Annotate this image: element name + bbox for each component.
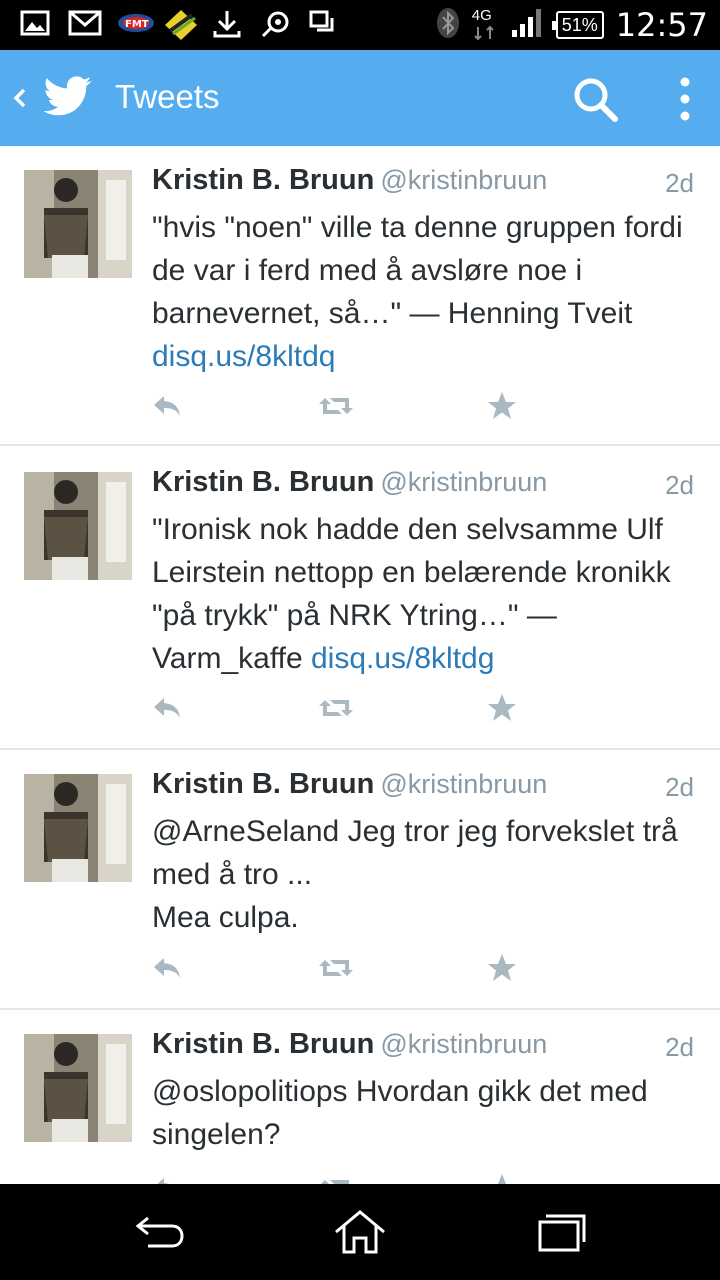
author-handle[interactable]: @kristinbruun: [380, 165, 547, 195]
retweet-icon[interactable]: [316, 1172, 356, 1184]
back-nav-icon[interactable]: [132, 1208, 188, 1256]
twitter-bird-icon[interactable]: [43, 75, 94, 119]
author-name[interactable]: Kristin B. Bruun: [152, 164, 374, 196]
page-title: Tweets: [115, 78, 220, 115]
bluetooth-icon: [436, 7, 460, 44]
author-handle[interactable]: @kristinbruun: [380, 467, 547, 497]
tweet-text: @oslopolitiops Hvordan gikk det med sing…: [152, 1070, 700, 1156]
timeline[interactable]: Kristin B. Bruun @kristinbruun 2d "hvis "…: [0, 146, 720, 1184]
status-bar: FMT 4G 51% 12:57: [0, 0, 720, 50]
reply-icon[interactable]: [150, 1172, 190, 1184]
tweet-body-line: Mea culpa.: [152, 901, 299, 934]
overflow-menu-icon[interactable]: [670, 74, 700, 126]
tweet-author[interactable]: Kristin B. Bruun @kristinbruun: [152, 768, 547, 801]
tweet-author[interactable]: Kristin B. Bruun @kristinbruun: [152, 466, 547, 499]
author-handle[interactable]: @kristinbruun: [380, 769, 547, 799]
tweet-timestamp: 2d: [665, 470, 694, 500]
retweet-icon[interactable]: [316, 692, 356, 724]
favorite-icon[interactable]: [486, 952, 526, 984]
app-icon: [164, 9, 212, 41]
tweet-text: "Ironisk nok hadde den selvsamme Ulf Lei…: [152, 508, 700, 680]
tweet-body: @ArneSeland Jeg tror jeg forvekslet trå …: [152, 815, 678, 891]
search-icon[interactable]: [572, 76, 620, 124]
avatar[interactable]: [24, 170, 132, 278]
tweet-timestamp: 2d: [665, 772, 694, 802]
clock: 12:57: [615, 6, 708, 44]
favorite-icon[interactable]: [486, 692, 526, 724]
reply-icon[interactable]: [150, 692, 190, 724]
window-icon: [308, 9, 356, 41]
gallery-icon: [20, 9, 68, 41]
tweet[interactable]: Kristin B. Bruun @kristinbruun 2d @ArneSe…: [0, 750, 720, 1010]
tweet-actions: [150, 390, 530, 422]
retweet-icon[interactable]: [316, 952, 356, 984]
svg-text:FMT: FMT: [125, 19, 149, 30]
camera-icon: [260, 9, 308, 41]
home-nav-icon[interactable]: [332, 1208, 388, 1256]
author-name[interactable]: Kristin B. Bruun: [152, 768, 374, 800]
gmail-icon: [68, 9, 116, 41]
author-name[interactable]: Kristin B. Bruun: [152, 466, 374, 498]
battery-indicator: 51%: [551, 11, 604, 39]
tweet-actions: [150, 1172, 530, 1184]
avatar[interactable]: [24, 472, 132, 580]
tweet-link[interactable]: disq.us/8kltdq: [152, 340, 335, 373]
app-bar: Tweets: [0, 50, 720, 146]
reply-icon[interactable]: [150, 952, 190, 984]
favorite-icon[interactable]: [486, 390, 526, 422]
tweet[interactable]: Kristin B. Bruun @kristinbruun 2d "hvis "…: [0, 146, 720, 446]
tweet-body: "hvis "noen" ville ta denne gruppen ford…: [152, 211, 683, 330]
tweet-timestamp: 2d: [665, 1032, 694, 1062]
back-icon[interactable]: [8, 78, 32, 118]
fmt-icon: FMT: [116, 9, 164, 41]
tweet-actions: [150, 952, 530, 984]
tweet[interactable]: Kristin B. Bruun @kristinbruun 2d "Ironis…: [0, 448, 720, 750]
notification-icons: FMT: [20, 9, 356, 41]
navigation-bar: [0, 1184, 720, 1280]
network-indicator: 4G: [472, 7, 500, 43]
avatar[interactable]: [24, 774, 132, 882]
author-handle[interactable]: @kristinbruun: [380, 1029, 547, 1059]
author-name[interactable]: Kristin B. Bruun: [152, 1028, 374, 1060]
tweet-actions: [150, 692, 530, 724]
tweet-text: @ArneSeland Jeg tror jeg forvekslet trå …: [152, 810, 700, 939]
tweet-author[interactable]: Kristin B. Bruun @kristinbruun: [152, 1028, 547, 1061]
signal-icon: [511, 8, 544, 43]
network-type: 4G: [471, 7, 492, 24]
tweet-text: "hvis "noen" ville ta denne gruppen ford…: [152, 206, 700, 378]
reply-icon[interactable]: [150, 390, 190, 422]
tweet-link[interactable]: disq.us/8kltdg: [311, 642, 494, 675]
favorite-icon[interactable]: [486, 1172, 526, 1184]
avatar[interactable]: [24, 1034, 132, 1142]
tweet-author[interactable]: Kristin B. Bruun @kristinbruun: [152, 164, 547, 197]
tweet[interactable]: Kristin B. Bruun @kristinbruun 2d @oslopo…: [0, 1010, 720, 1184]
tweet-timestamp: 2d: [665, 168, 694, 198]
recents-nav-icon[interactable]: [534, 1208, 590, 1256]
retweet-icon[interactable]: [316, 390, 356, 422]
download-icon: [212, 9, 260, 41]
tweet-body: @oslopolitiops Hvordan gikk det med sing…: [152, 1075, 648, 1151]
